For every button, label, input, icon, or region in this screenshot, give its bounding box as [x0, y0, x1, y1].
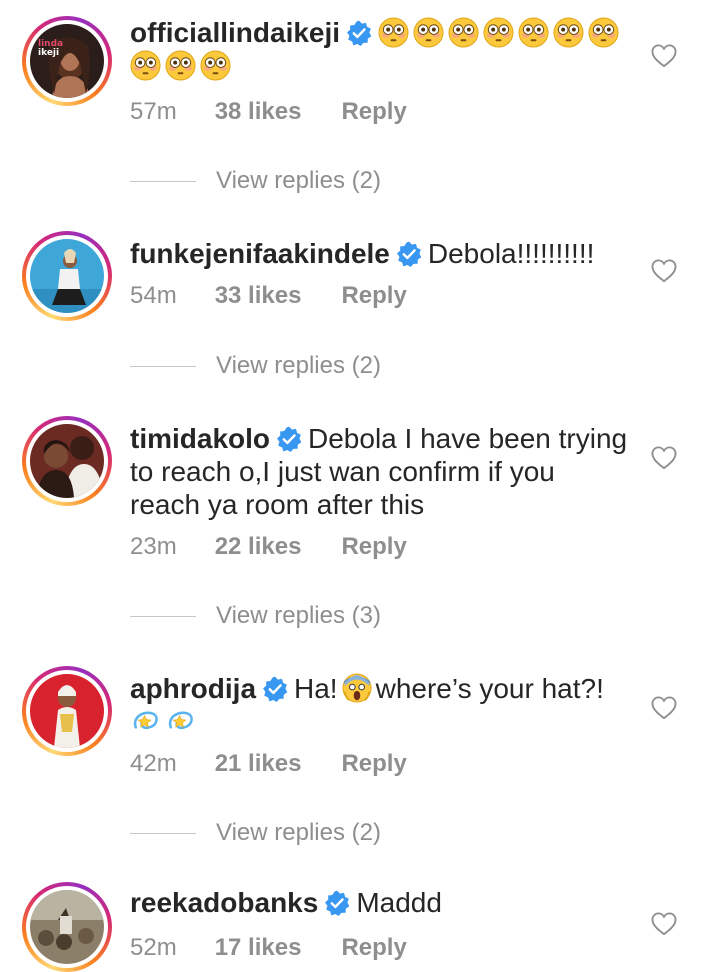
heart-outline-icon[interactable]	[651, 44, 677, 68]
heart-outline-icon[interactable]	[651, 696, 677, 720]
comment-likes[interactable]: 38 likes	[215, 98, 302, 125]
verified-badge-icon	[262, 676, 288, 702]
comment-body: funkejenifaakindele Debola!!!!!!!!!!	[130, 231, 630, 270]
comment-text-line-1: Debola I have been trying	[308, 423, 628, 454]
comment-time: 23m	[130, 533, 177, 560]
reply-button[interactable]: Reply	[341, 282, 406, 309]
avatar[interactable]	[30, 239, 104, 313]
comment-text: Maddd	[356, 887, 442, 918]
comment-body: reekadobanks Maddd	[130, 882, 630, 919]
view-replies-button[interactable]: View replies (3)	[130, 602, 381, 630]
flushed-face-emoji	[130, 50, 161, 81]
divider-line	[130, 616, 196, 618]
flushed-face-emoji	[413, 17, 444, 48]
divider-line	[130, 833, 196, 835]
flushed-face-emoji	[588, 17, 619, 48]
comment-meta: 52m 17 likes Reply	[130, 934, 407, 962]
comment-text: Debola!!!!!!!!!!	[427, 238, 595, 269]
verified-badge-icon	[396, 241, 422, 267]
comment-likes[interactable]: 21 likes	[215, 750, 302, 777]
flushed-face-emoji	[165, 50, 196, 81]
avatar[interactable]	[30, 890, 104, 964]
comment-body: aphrodija Ha! where’s your hat?!	[130, 666, 630, 738]
view-replies-label: View replies (2)	[216, 167, 381, 194]
avatar-story-ring[interactable]	[22, 416, 112, 506]
flushed-face-emoji	[378, 17, 409, 48]
heart-outline-icon[interactable]	[651, 446, 677, 470]
avatar-story-ring[interactable]	[22, 231, 112, 321]
svg-text:ikeji: ikeji	[38, 48, 59, 58]
flushed-face-emoji	[448, 17, 479, 48]
reply-button[interactable]: Reply	[341, 750, 406, 777]
comment-text-a: Ha!	[294, 673, 338, 704]
comment-text-line-3: reach ya room after this	[130, 489, 425, 520]
avatar-story-ring[interactable]	[22, 666, 112, 756]
comments-list: linda ikeji officiallindaikeji 57m 38 lik…	[0, 0, 711, 972]
avatar[interactable]	[30, 424, 104, 498]
view-replies-button[interactable]: View replies (2)	[130, 167, 381, 195]
reply-button[interactable]: Reply	[341, 98, 406, 125]
comment-time: 54m	[130, 282, 177, 309]
view-replies-label: View replies (2)	[216, 352, 381, 379]
screaming-face-emoji	[342, 673, 372, 703]
divider-line	[130, 366, 196, 368]
comment-meta: 54m 33 likes Reply	[130, 282, 407, 310]
username-link[interactable]: timidakolo	[130, 423, 270, 454]
comment-time: 42m	[130, 750, 177, 777]
comment-time: 57m	[130, 98, 177, 125]
comment-meta: 23m 22 likes Reply	[130, 533, 407, 561]
view-replies-button[interactable]: View replies (2)	[130, 819, 381, 847]
comment-body: timidakolo Debola I have been trying to r…	[130, 416, 630, 521]
view-replies-label: View replies (2)	[216, 819, 381, 846]
reply-button[interactable]: Reply	[341, 533, 406, 560]
divider-line	[130, 181, 196, 183]
comment-text-b: where’s your hat?!	[375, 673, 604, 704]
comment-time: 52m	[130, 934, 177, 961]
comment-likes[interactable]: 22 likes	[215, 533, 302, 560]
comment-meta: 57m 38 likes Reply	[130, 98, 407, 126]
avatar[interactable]: linda ikeji	[30, 24, 104, 98]
avatar-story-ring[interactable]: linda ikeji	[22, 16, 112, 106]
username-link[interactable]: reekadobanks	[130, 887, 318, 918]
verified-badge-icon	[276, 426, 302, 452]
username-link[interactable]: funkejenifaakindele	[130, 238, 390, 269]
username-link[interactable]: officiallindaikeji	[130, 17, 340, 48]
comment-likes[interactable]: 33 likes	[215, 282, 302, 309]
dizzy-symbol-emoji	[130, 706, 161, 737]
comment-likes[interactable]: 17 likes	[215, 934, 302, 961]
heart-outline-icon[interactable]	[651, 912, 677, 936]
flushed-face-emoji	[553, 17, 584, 48]
view-replies-button[interactable]: View replies (2)	[130, 352, 381, 380]
dizzy-symbol-emoji	[165, 706, 196, 737]
reply-button[interactable]: Reply	[341, 934, 406, 961]
flushed-face-emoji	[518, 17, 549, 48]
avatar-story-ring[interactable]	[22, 882, 112, 972]
verified-badge-icon	[346, 20, 372, 46]
flushed-face-emoji	[483, 17, 514, 48]
view-replies-label: View replies (3)	[216, 602, 381, 629]
verified-badge-icon	[324, 890, 350, 916]
heart-outline-icon[interactable]	[651, 259, 677, 283]
avatar[interactable]	[30, 674, 104, 748]
comment-meta: 42m 21 likes Reply	[130, 750, 407, 778]
username-link[interactable]: aphrodija	[130, 673, 256, 704]
comment-body: officiallindaikeji	[130, 16, 630, 82]
flushed-face-emoji	[200, 50, 231, 81]
comment-text-line-2: to reach o,I just wan confirm if you	[130, 456, 555, 487]
